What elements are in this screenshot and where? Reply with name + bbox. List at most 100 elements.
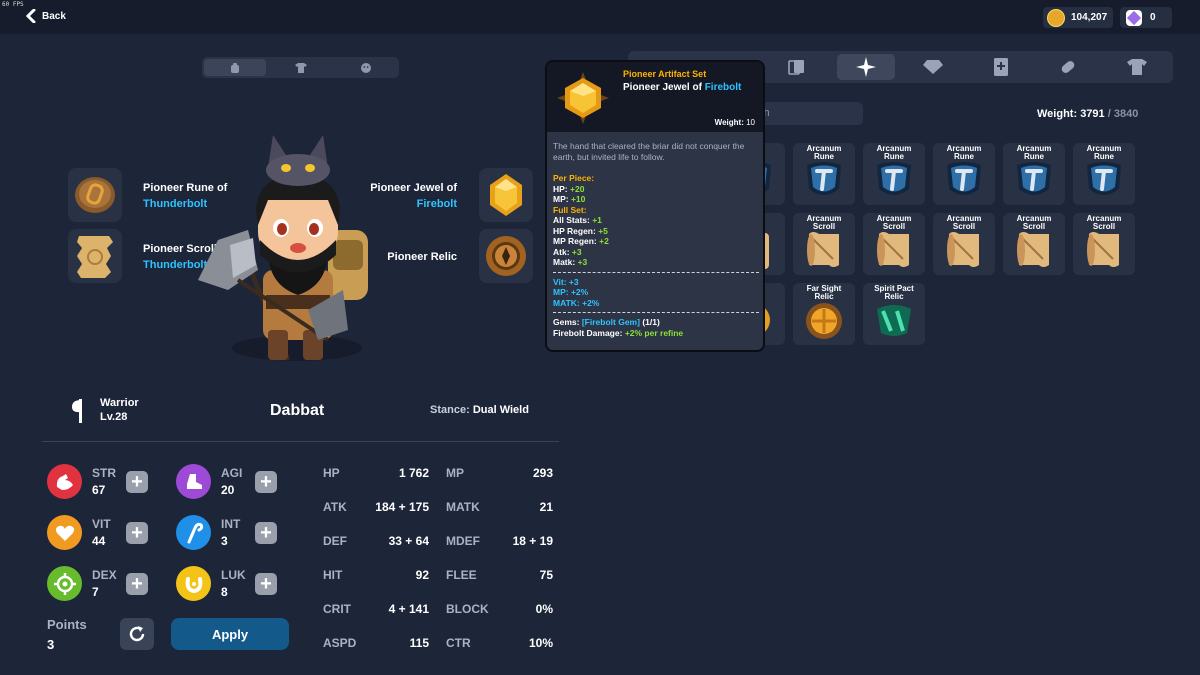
inventory-item[interactable]: Arcanum Scroll [1003,213,1065,275]
tooltip-set-name: Pioneer Artifact Set [623,69,707,79]
stat-agi: AGI 20 + [176,464,277,499]
arcanum-rune-icon [947,162,981,195]
horseshoe-icon [176,566,211,601]
inventory-item[interactable]: Arcanum Scroll [933,213,995,275]
inventory-item[interactable]: Arcanum Scroll [793,213,855,275]
player-name: Dabbat [270,402,325,419]
top-bar [0,0,1200,34]
slot-rune[interactable] [68,168,122,222]
diamond-icon [923,60,943,74]
fps-counter: 60 FPS [2,1,24,8]
inventory-item[interactable]: Arcanum Scroll [863,213,925,275]
dex-plus-button[interactable]: + [126,572,148,595]
stat-int: INT 3 + [176,515,277,550]
inventory-item[interactable]: Arcanum Scroll [1073,213,1135,275]
tab-scrolls[interactable] [1039,54,1097,80]
tab-costumes[interactable] [1108,54,1166,80]
jewel-icon [490,174,522,216]
tooltip-body: The hand that cleared the briar did not … [553,141,759,338]
arcanum-scroll-icon [1087,232,1119,267]
inventory-search-input[interactable]: ch [752,102,863,125]
arcanum-rune-icon [1087,162,1121,195]
gold-counter[interactable]: 104,207 [1043,7,1113,28]
agi-plus-button[interactable]: + [255,470,277,493]
tab-artifacts[interactable] [837,54,895,80]
stat-str: STR 67 + [47,464,148,499]
arcanum-scroll-icon [807,232,839,267]
tab-cards[interactable] [768,54,826,80]
inventory-item[interactable]: Arcanum Rune [863,143,925,205]
far-sight-relic-icon [806,303,842,339]
luk-plus-button[interactable]: + [255,572,277,595]
tooltip-description: The hand that cleared the briar did not … [553,141,745,162]
slot-relic-name: Pioneer Relic [387,251,457,263]
stat-vit: VIT 44 + [47,515,148,550]
class-level: Lv.28 [100,411,128,423]
int-plus-button[interactable]: + [255,521,277,544]
equipment-tabs [202,57,399,78]
tab-gear[interactable] [204,59,266,76]
gold-coin-icon [1047,8,1065,27]
divider [42,441,559,442]
stat-luk: LUK 8 + [176,566,277,601]
compass-relic-icon [486,236,526,276]
heart-icon [47,515,82,550]
gem-counter[interactable]: 0 [1120,7,1172,28]
stat-points: Points 3 [47,617,87,652]
scroll-roll-icon [1061,61,1075,73]
arcanum-rune-icon [1017,162,1051,195]
axe-icon [72,399,82,423]
backpack-icon [230,62,239,73]
inventory-item[interactable]: Far Sight Relic [793,283,855,345]
tab-face[interactable] [335,59,397,76]
tab-gems[interactable] [904,54,962,80]
stance-info: Stance: Dual Wield [430,404,529,416]
tooltip-weight: Weight: 10 [714,118,755,127]
vit-plus-button[interactable]: + [126,521,148,544]
cards-icon [788,60,804,75]
chevron-left-icon [26,9,36,23]
jewel-icon [556,71,610,125]
book-plus-icon [994,58,1008,76]
divider [553,312,759,313]
gem-icon [1126,9,1142,26]
inventory-item[interactable]: Spirit Pact Relic [863,283,925,345]
shirt-icon [294,62,307,73]
scroll-icon [77,236,113,278]
slot-scroll[interactable] [68,229,122,283]
class-name: Warrior [100,397,139,409]
slot-jewel[interactable] [479,168,533,222]
gem-amount: 0 [1150,12,1156,23]
shirt-icon [1127,59,1147,75]
character-sprite [198,135,368,361]
gold-amount: 104,207 [1071,12,1108,23]
back-button[interactable]: Back [26,9,66,23]
arcanum-scroll-icon [1017,232,1049,267]
back-label: Back [42,10,66,22]
tab-costume[interactable] [270,59,332,76]
spirit-pact-relic-icon [877,305,911,336]
arcanum-rune-icon [877,162,911,195]
str-plus-button[interactable]: + [126,470,148,493]
arcanum-rune-icon [807,162,841,195]
staff-icon [176,515,211,550]
flexed-arm-icon [47,464,82,499]
apply-button[interactable]: Apply [171,618,289,650]
refresh-icon [129,626,145,642]
inventory-item[interactable]: Arcanum Rune [1073,143,1135,205]
tooltip-item-name: Pioneer Jewel of Firebolt [623,82,742,93]
inventory-item[interactable]: Arcanum Rune [1003,143,1065,205]
tab-quests[interactable] [972,54,1030,80]
stat-dex: DEX 7 + [47,566,148,601]
inventory-item[interactable]: Arcanum Rune [793,143,855,205]
arcanum-scroll-icon [877,232,909,267]
inventory-item[interactable]: Arcanum Rune [933,143,995,205]
crosshair-icon [47,566,82,601]
boot-icon [176,464,211,499]
reset-stats-button[interactable] [120,618,154,650]
slot-jewel-name: Pioneer Jewel of Firebolt [370,182,457,210]
slot-relic[interactable] [479,229,533,283]
rune-stone-icon [75,177,115,213]
class-info: Warrior Lv.28 [70,396,139,424]
face-icon [361,62,372,73]
